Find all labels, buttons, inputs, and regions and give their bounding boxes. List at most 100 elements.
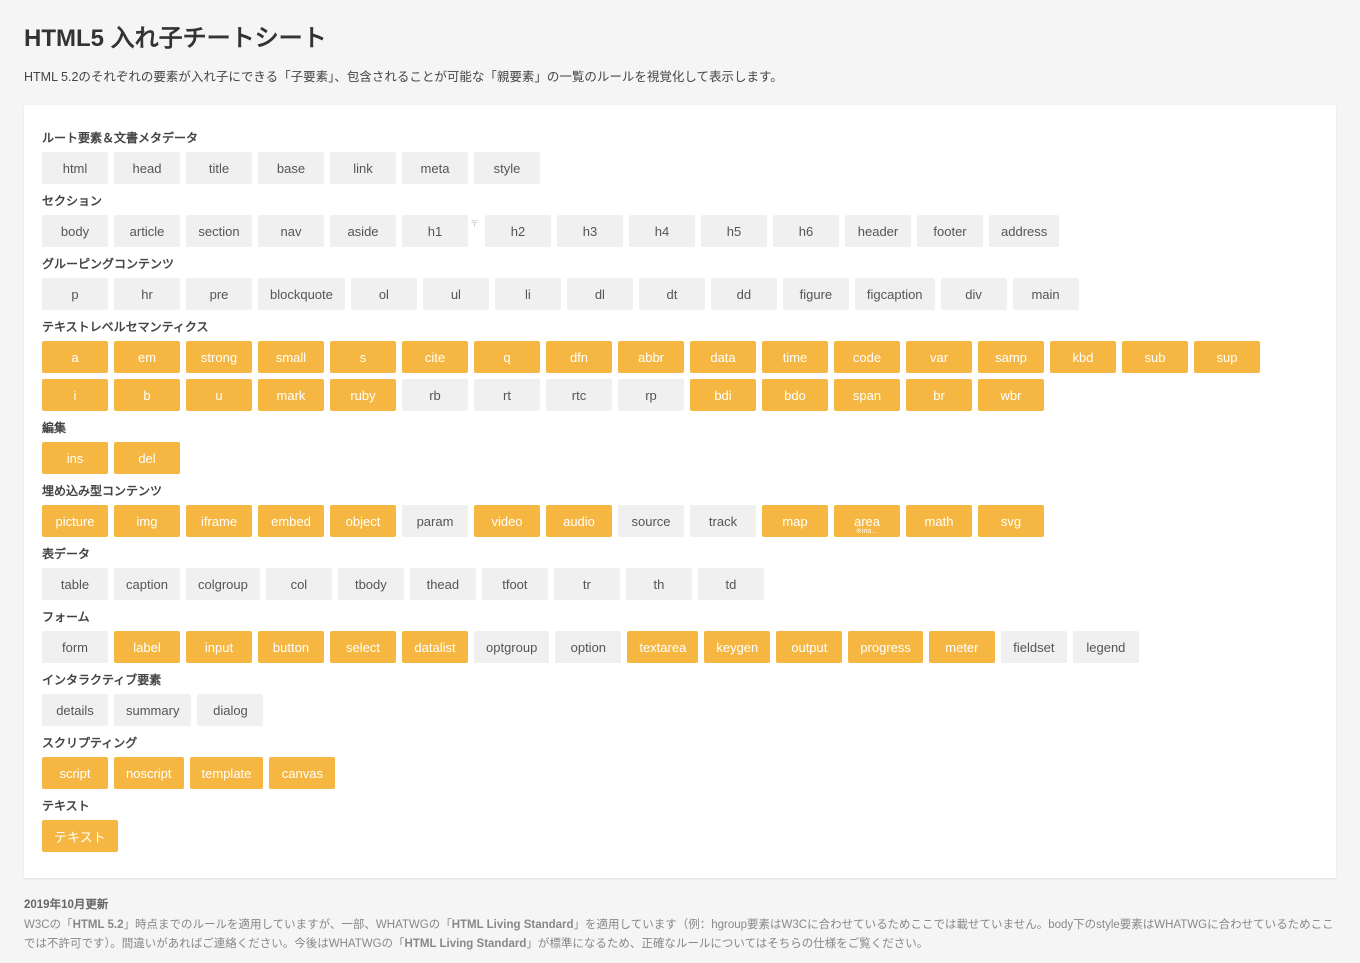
element-tag-dd[interactable]: dd — [711, 278, 777, 310]
element-tag-picture[interactable]: picture — [42, 505, 108, 537]
element-tag-legend[interactable]: legend — [1073, 631, 1139, 663]
element-tag-i[interactable]: i — [42, 379, 108, 411]
element-tag-rt[interactable]: rt — [474, 379, 540, 411]
element-tag-li[interactable]: li — [495, 278, 561, 310]
element-tag-object[interactable]: object — [330, 505, 396, 537]
element-tag-small[interactable]: small — [258, 341, 324, 373]
element-tag-time[interactable]: time — [762, 341, 828, 373]
element-tag-ul[interactable]: ul — [423, 278, 489, 310]
element-tag-cite[interactable]: cite — [402, 341, 468, 373]
element-tag-wbr[interactable]: wbr — [978, 379, 1044, 411]
element-tag-q[interactable]: q — [474, 341, 540, 373]
element-tag-fieldset[interactable]: fieldset — [1001, 631, 1067, 663]
element-tag-th[interactable]: th — [626, 568, 692, 600]
element-tag-dl[interactable]: dl — [567, 278, 633, 310]
element-tag-ins[interactable]: ins — [42, 442, 108, 474]
element-tag-abbr[interactable]: abbr — [618, 341, 684, 373]
element-tag-code[interactable]: code — [834, 341, 900, 373]
element-tag-iframe[interactable]: iframe — [186, 505, 252, 537]
element-tag-address[interactable]: address — [989, 215, 1059, 247]
element-tag-s[interactable]: s — [330, 341, 396, 373]
element-tag-blockquote[interactable]: blockquote — [258, 278, 345, 310]
element-tag-canvas[interactable]: canvas — [269, 757, 335, 789]
element-tag-form[interactable]: form — [42, 631, 108, 663]
element-tag-figure[interactable]: figure — [783, 278, 849, 310]
element-tag-h5[interactable]: h5 — [701, 215, 767, 247]
element-tag-output[interactable]: output — [776, 631, 842, 663]
element-tag-b[interactable]: b — [114, 379, 180, 411]
element-tag-dialog[interactable]: dialog — [197, 694, 263, 726]
element-tag-dfn[interactable]: dfn — [546, 341, 612, 373]
element-tag-link[interactable]: link — [330, 152, 396, 184]
element-tag-del[interactable]: del — [114, 442, 180, 474]
element-tag-mark[interactable]: mark — [258, 379, 324, 411]
element-tag-h4[interactable]: h4 — [629, 215, 695, 247]
element-tag-var[interactable]: var — [906, 341, 972, 373]
element-tag-div[interactable]: div — [941, 278, 1007, 310]
element-tag-head[interactable]: head — [114, 152, 180, 184]
element-tag-body[interactable]: body — [42, 215, 108, 247]
element-tag-rp[interactable]: rp — [618, 379, 684, 411]
element-tag-col[interactable]: col — [266, 568, 332, 600]
element-tag-option[interactable]: option — [555, 631, 621, 663]
element-tag-label[interactable]: label — [114, 631, 180, 663]
element-tag-meter[interactable]: meter — [929, 631, 995, 663]
element-tag-track[interactable]: track — [690, 505, 756, 537]
element-tag-source[interactable]: source — [618, 505, 684, 537]
element-tag-data[interactable]: data — [690, 341, 756, 373]
element-tag-param[interactable]: param — [402, 505, 468, 537]
element-tag-rtc[interactable]: rtc — [546, 379, 612, 411]
element-tag-sub[interactable]: sub — [1122, 341, 1188, 373]
element-tag-math[interactable]: math — [906, 505, 972, 537]
element-tag-audio[interactable]: audio — [546, 505, 612, 537]
element-tag-u[interactable]: u — [186, 379, 252, 411]
element-tag-h3[interactable]: h3 — [557, 215, 623, 247]
element-tag-p[interactable]: p — [42, 278, 108, 310]
element-tag-tfoot[interactable]: tfoot — [482, 568, 548, 600]
element-tag-svg[interactable]: svg — [978, 505, 1044, 537]
element-tag-tbody[interactable]: tbody — [338, 568, 404, 600]
element-tag-details[interactable]: details — [42, 694, 108, 726]
element-tag-img[interactable]: img — [114, 505, 180, 537]
element-tag-progress[interactable]: progress — [848, 631, 923, 663]
element-tag-footer[interactable]: footer — [917, 215, 983, 247]
element-tag-keygen[interactable]: keygen — [704, 631, 770, 663]
element-tag-html[interactable]: html — [42, 152, 108, 184]
element-tag-section[interactable]: section — [186, 215, 252, 247]
element-tag-title[interactable]: title — [186, 152, 252, 184]
element-tag-tr[interactable]: tr — [554, 568, 620, 600]
element-tag-meta[interactable]: meta — [402, 152, 468, 184]
element-tag-header[interactable]: header — [845, 215, 911, 247]
element-tag-map[interactable]: map — [762, 505, 828, 537]
element-tag-hr[interactable]: hr — [114, 278, 180, 310]
element-tag-textarea[interactable]: textarea — [627, 631, 698, 663]
element-tag-td[interactable]: td — [698, 568, 764, 600]
element-tag-figcaption[interactable]: figcaption — [855, 278, 935, 310]
element-tag-kbd[interactable]: kbd — [1050, 341, 1116, 373]
element-tag-bdi[interactable]: bdi — [690, 379, 756, 411]
element-tag-dt[interactable]: dt — [639, 278, 705, 310]
element-tag-summary[interactable]: summary — [114, 694, 191, 726]
element-tag-h6[interactable]: h6 — [773, 215, 839, 247]
element-tag-br[interactable]: br — [906, 379, 972, 411]
element-tag-テキスト[interactable]: テキスト — [42, 820, 118, 852]
element-tag-table[interactable]: table — [42, 568, 108, 600]
element-tag-pre[interactable]: pre — [186, 278, 252, 310]
element-tag-a[interactable]: a — [42, 341, 108, 373]
element-tag-sup[interactable]: sup — [1194, 341, 1260, 373]
element-tag-em[interactable]: em — [114, 341, 180, 373]
element-tag-h1[interactable]: h1 — [402, 215, 468, 247]
element-tag-select[interactable]: select — [330, 631, 396, 663]
element-tag-ol[interactable]: ol — [351, 278, 417, 310]
element-tag-article[interactable]: article — [114, 215, 180, 247]
element-tag-script[interactable]: script — [42, 757, 108, 789]
element-tag-button[interactable]: button — [258, 631, 324, 663]
element-tag-base[interactable]: base — [258, 152, 324, 184]
element-tag-style[interactable]: style — [474, 152, 540, 184]
element-tag-area[interactable]: area※ma… — [834, 505, 900, 537]
element-tag-ruby[interactable]: ruby — [330, 379, 396, 411]
element-tag-datalist[interactable]: datalist — [402, 631, 468, 663]
element-tag-h2[interactable]: h2 — [485, 215, 551, 247]
element-tag-bdo[interactable]: bdo — [762, 379, 828, 411]
element-tag-rb[interactable]: rb — [402, 379, 468, 411]
